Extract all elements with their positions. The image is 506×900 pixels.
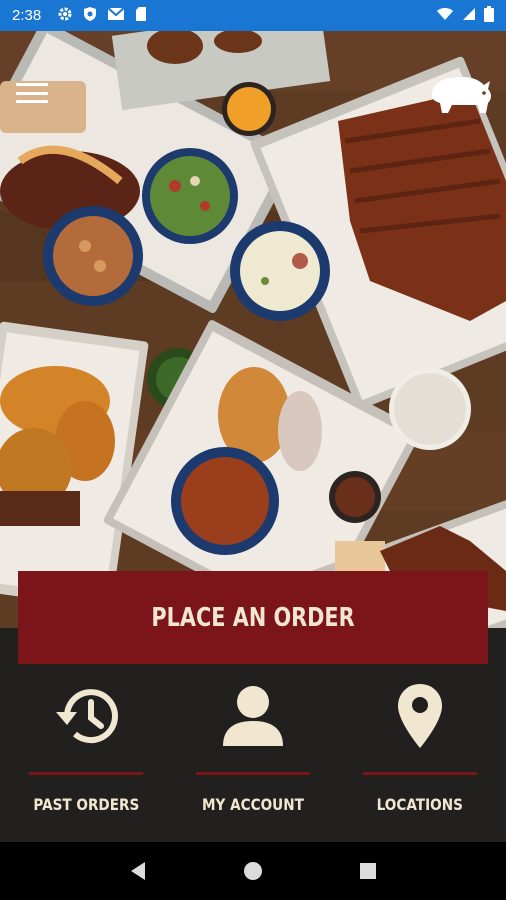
nav-divider — [363, 772, 477, 775]
back-button[interactable] — [126, 859, 150, 883]
signal-icon — [462, 7, 476, 25]
location-pin-icon — [385, 680, 455, 752]
nav-past-orders[interactable]: PAST ORDERS — [28, 680, 144, 840]
menu-line — [16, 100, 48, 103]
gmail-icon — [107, 6, 125, 25]
android-nav-bar — [0, 842, 506, 900]
recents-button[interactable] — [356, 859, 380, 883]
history-clock-icon — [51, 680, 121, 752]
hamburger-menu-icon[interactable] — [14, 79, 50, 107]
pig-logo — [428, 73, 494, 119]
status-bar: 2:38 — [0, 0, 506, 31]
nav-label: PAST ORDERS — [33, 795, 139, 814]
status-time: 2:38 — [12, 7, 42, 24]
sd-card-icon — [135, 6, 147, 26]
quick-nav: PAST ORDERS MY ACCOUNT LOCATIONS — [0, 680, 506, 840]
user-icon — [218, 680, 288, 752]
shield-icon — [83, 6, 97, 26]
nav-divider — [29, 772, 143, 775]
wifi-icon — [436, 7, 454, 25]
nav-label: LOCATIONS — [376, 795, 464, 814]
place-order-button[interactable]: PLACE AN ORDER — [18, 571, 488, 664]
menu-line — [16, 83, 48, 86]
food-illustration — [0, 31, 506, 628]
nav-label: MY ACCOUNT — [202, 795, 304, 814]
hero-food-photo — [0, 31, 506, 628]
place-order-label: PLACE AN ORDER — [151, 602, 355, 633]
nav-divider — [196, 772, 310, 775]
nav-locations[interactable]: LOCATIONS — [362, 680, 478, 840]
gear-icon — [57, 6, 73, 26]
menu-line — [16, 91, 48, 95]
nav-my-account[interactable]: MY ACCOUNT — [195, 680, 311, 840]
home-button[interactable] — [241, 859, 265, 883]
battery-icon — [484, 5, 494, 26]
